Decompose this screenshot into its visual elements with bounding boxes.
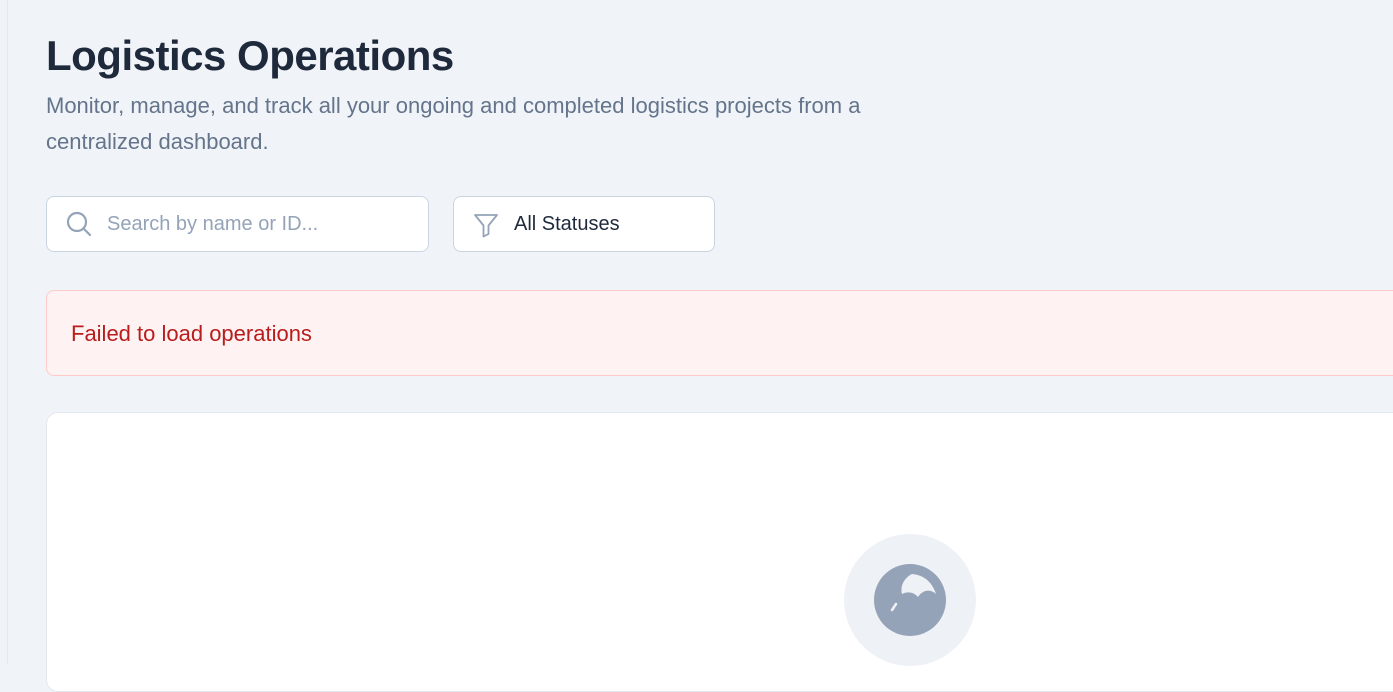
sidebar-edge <box>0 0 8 664</box>
globe-icon <box>874 564 946 636</box>
status-filter-select[interactable]: All Statuses <box>453 196 715 252</box>
main-content: Logistics Operations Monitor, manage, an… <box>46 0 1393 692</box>
filter-icon <box>472 211 500 239</box>
search-field[interactable] <box>46 196 429 252</box>
status-filter-value: All Statuses <box>514 213 620 235</box>
search-input[interactable] <box>107 197 417 251</box>
search-icon <box>65 210 93 238</box>
page-title: Logistics Operations <box>46 32 454 79</box>
error-message: Failed to load operations <box>71 321 312 346</box>
error-banner: Failed to load operations <box>46 290 1393 376</box>
operations-panel <box>46 412 1393 692</box>
loading-indicator <box>844 534 976 666</box>
page-subtitle: Monitor, manage, and track all your ongo… <box>46 93 861 154</box>
